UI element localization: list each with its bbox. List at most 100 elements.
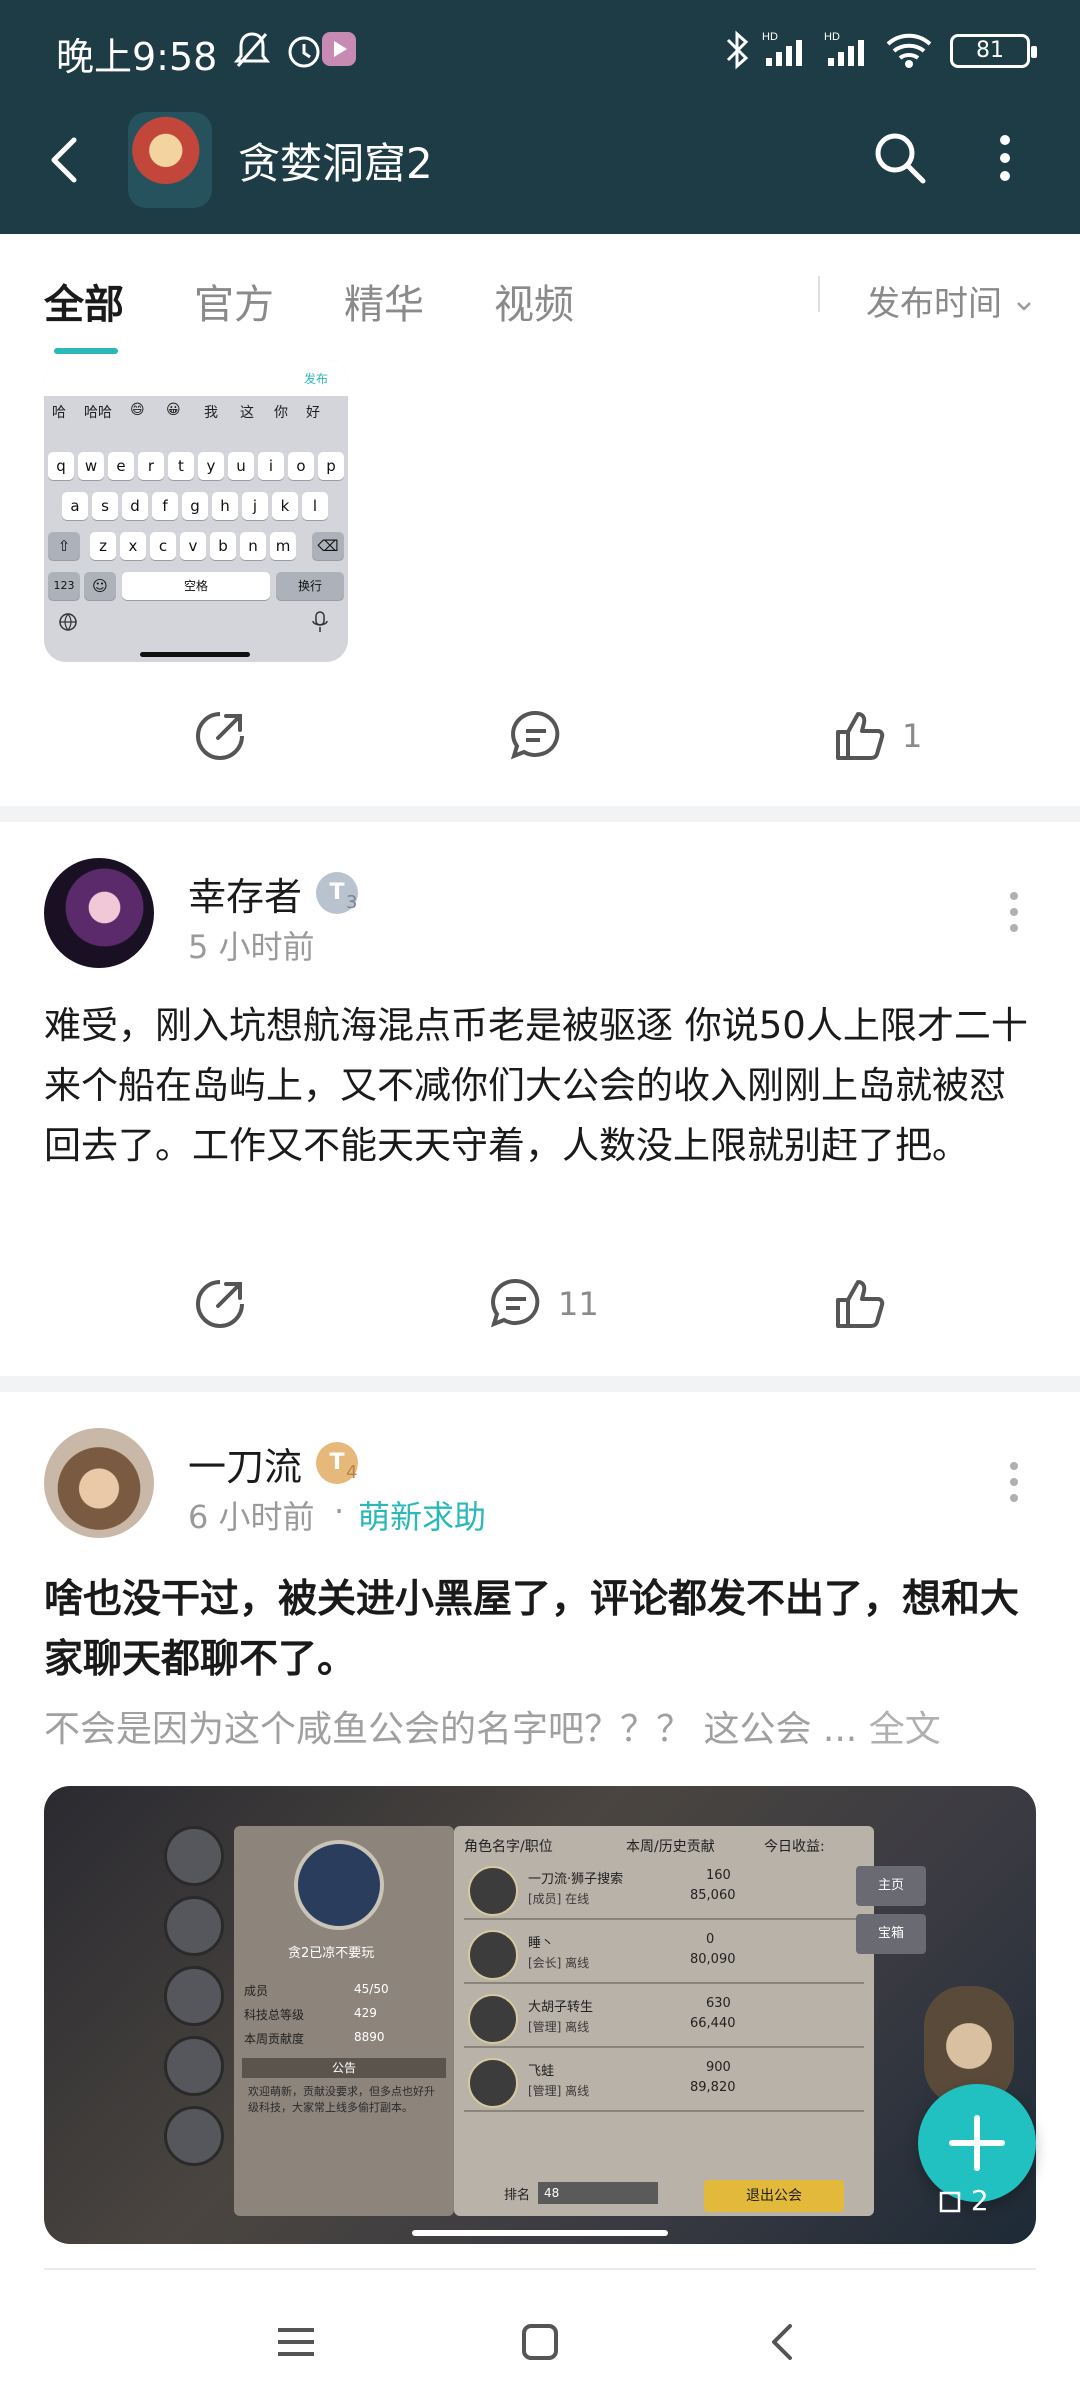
sort-dropdown[interactable]: 发布时间 <box>866 276 1035 325</box>
signal-icon-1: HD <box>762 31 802 66</box>
media-notification-icon <box>322 32 356 66</box>
game-icon[interactable] <box>128 112 212 208</box>
back-icon[interactable] <box>36 130 96 190</box>
excerpt-text: 不会是因为这个咸鱼公会的名字吧？？？ 这公会 <box>44 1709 812 1750</box>
col-header-contrib: 本周/历史贡献 <box>626 1839 715 1855</box>
tab-featured[interactable]: 精华 <box>344 272 424 330</box>
keyboard-top-bar: 发布 <box>44 360 348 396</box>
post-image-game[interactable]: 贪2已凉不要玩 成员 45/50 科技总等级 429 本周贡献度 8890 公告… <box>44 1786 1036 2244</box>
post-separator <box>0 806 1080 822</box>
badge-letter: T <box>329 880 345 905</box>
member-name: 大胡子转生 <box>528 2000 594 2015</box>
post-actions: 1 <box>0 676 1080 796</box>
back-nav-icon[interactable] <box>754 2312 814 2372</box>
guild-stat-label: 成员 <box>244 1984 269 1998</box>
num-key: 123 <box>48 572 80 600</box>
keyboard-home-indicator <box>140 652 250 657</box>
like-icon <box>836 1280 885 1328</box>
game-skull-icon <box>164 1966 224 2026</box>
member-name: 一刀流·狮子搜索 <box>528 1872 624 1887</box>
avatar[interactable] <box>44 1428 154 1538</box>
system-nav-bar <box>0 2276 1080 2400</box>
sort-label: 发布时间 <box>866 284 1002 324</box>
image-count-label: 2 <box>970 2184 989 2217</box>
like-button[interactable] <box>830 1272 890 1336</box>
member-total-contrib: 89,820 <box>690 2080 736 2095</box>
like-icon <box>836 712 885 760</box>
member-week-contrib: 630 <box>706 1996 731 2011</box>
post-time: 5 小时前 <box>188 928 315 966</box>
candidate: 好 <box>306 405 320 421</box>
candidate: 这 <box>240 405 254 421</box>
member-total-contrib: 80,090 <box>690 1952 736 1967</box>
keyboard-key: p <box>318 452 344 480</box>
keyboard-key: j <box>242 492 268 520</box>
topic-tag[interactable]: 萌新求助 <box>358 1492 486 1538</box>
svg-text:HD: HD <box>824 31 840 43</box>
tab-video[interactable]: 视频 <box>494 272 574 330</box>
member-row: 一刀流·狮子搜索 [成员] 在线 160 85,060 <box>464 1862 864 1920</box>
keyboard-key: l <box>302 492 328 520</box>
game-skull-icon <box>164 2036 224 2096</box>
bluetooth-icon <box>726 30 749 70</box>
guild-stat-label: 本周贡献度 <box>244 2032 305 2046</box>
microphone-icon <box>312 611 328 632</box>
chevron-down-icon <box>1016 301 1031 311</box>
username[interactable]: 一刀流 <box>188 1436 302 1491</box>
member-name: 飞蛙 <box>528 2064 555 2079</box>
post-excerpt[interactable]: 不会是因为这个咸鱼公会的名字吧？？？ 这公会 ... 全文 <box>44 1700 1034 1752</box>
post-title[interactable]: 啥也没干过，被关进小黑屋了，评论都发不出了，想和大家聊天都聊不了。 <box>44 1570 1044 1690</box>
member-role: [管理] 离线 <box>528 2020 590 2034</box>
signal-icon-2: HD <box>824 31 864 66</box>
candidate: 哈哈 <box>84 405 112 421</box>
like-button[interactable]: 1 <box>830 704 922 768</box>
member-row: 大胡子转生 [管理] 离线 630 66,440 <box>464 1990 864 2048</box>
menu-icon[interactable] <box>266 2312 326 2372</box>
post-image-keyboard[interactable]: 发布 哈 哈哈 😄 😀 我 这 你 好 qwertyuiop asdfghjkl z… <box>44 360 348 662</box>
keyboard-key: x <box>120 532 146 560</box>
globe-icon <box>59 613 77 631</box>
post-more-icon[interactable] <box>1008 1458 1020 1508</box>
share-icon <box>196 1280 244 1328</box>
tab-official[interactable]: 官方 <box>194 272 274 330</box>
col-header-name: 角色名字/职位 <box>464 1839 553 1855</box>
more-vertical-icon[interactable] <box>990 126 1020 190</box>
tab-all[interactable]: 全部 <box>44 272 124 330</box>
divider <box>44 2268 1036 2270</box>
guild-stat-value: 8890 <box>354 2030 385 2044</box>
share-button[interactable] <box>190 1272 250 1336</box>
member-total-contrib: 66,440 <box>690 2016 736 2031</box>
member-avatar <box>468 2058 518 2108</box>
member-role: [管理] 离线 <box>528 2084 590 2098</box>
space-key: 空格 <box>122 572 270 600</box>
keyboard-key: z <box>90 532 116 560</box>
comment-count: 11 <box>558 1285 599 1323</box>
comment-icon <box>510 710 560 760</box>
keyboard-key: m <box>270 532 296 560</box>
full-text-link[interactable]: 全文 <box>869 1709 941 1750</box>
comment-button[interactable] <box>506 704 566 768</box>
keyboard-key: h <box>212 492 238 520</box>
post-content[interactable]: 难受，刚入坑想航海混点币老是被驱逐 你说50人上限才二十来个船在岛屿上，又不减你… <box>44 996 1034 1176</box>
avatar[interactable] <box>44 858 154 968</box>
keyboard-key: a <box>62 492 88 520</box>
game-skull-icon <box>164 1896 224 1956</box>
member-week-contrib: 900 <box>706 2060 731 2075</box>
wifi-icon <box>886 33 932 68</box>
keyboard-send-label: 发布 <box>303 372 328 386</box>
emoji-key: ☺ <box>84 572 116 600</box>
delete-key: ⌫ <box>312 532 344 560</box>
username[interactable]: 幸存者 <box>188 866 302 921</box>
post-separator <box>0 1376 1080 1392</box>
keyboard-key: c <box>150 532 176 560</box>
home-icon[interactable] <box>510 2312 570 2372</box>
exit-guild-button: 退出公会 <box>704 2180 844 2212</box>
comment-button[interactable]: 11 <box>486 1272 599 1336</box>
post-more-icon[interactable] <box>1008 888 1020 938</box>
member-avatar <box>468 1930 518 1980</box>
search-icon[interactable] <box>868 126 932 190</box>
member-avatar <box>468 1994 518 2044</box>
share-button[interactable] <box>190 704 250 768</box>
candidate: 我 <box>204 405 218 421</box>
member-total-contrib: 85,060 <box>690 1888 736 1903</box>
